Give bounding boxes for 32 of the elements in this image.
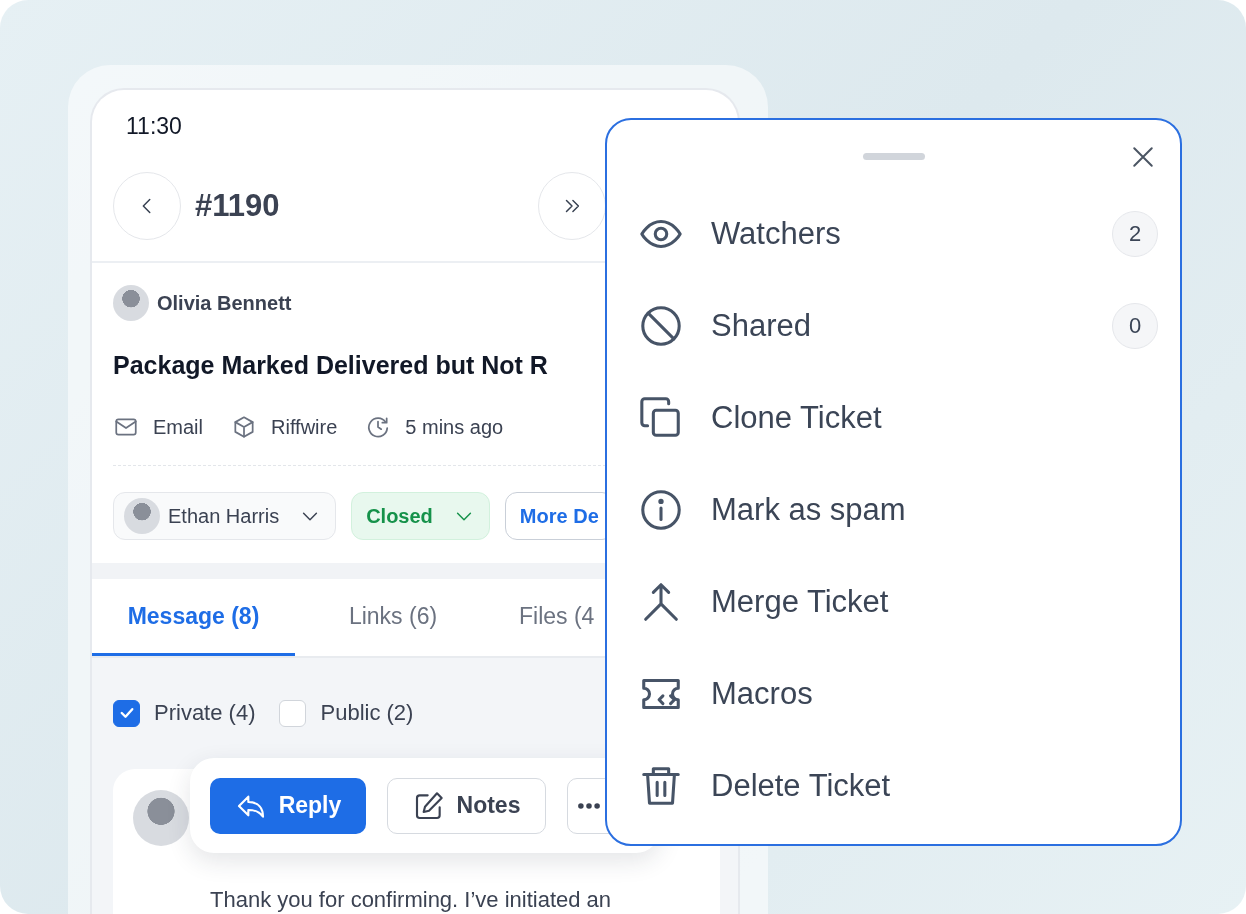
menu-item[interactable]: Clone Ticket [607, 372, 1180, 464]
reply-button[interactable]: Reply [210, 777, 366, 834]
avatar [124, 498, 160, 534]
ticket-number: #1190 [195, 188, 280, 224]
count-badge: 2 [1112, 211, 1158, 257]
filter-label: Public (2) [320, 700, 414, 726]
avatar [133, 790, 189, 846]
count-badge: 0 [1112, 303, 1158, 349]
menu-item[interactable]: Delete Ticket [607, 740, 1180, 832]
meta-label: 5 mins ago [405, 415, 504, 439]
menu-item[interactable]: Shared 0 [607, 280, 1180, 372]
drag-handle[interactable] [862, 153, 925, 160]
more-details-button[interactable]: More De [504, 492, 606, 540]
message-text: Thank you for confirming. I’ve initiated an [210, 887, 613, 913]
requester-name: Olivia Bennett [157, 291, 292, 315]
ticket-subject: Package Marked Delivered but Not R [113, 350, 549, 381]
meta-label: Email [153, 415, 203, 439]
notes-button[interactable]: Notes [387, 777, 546, 834]
status-time: 11:30 [126, 113, 182, 139]
tab[interactable]: Links (6) [295, 579, 491, 656]
menu-item[interactable]: Mark as spam [607, 464, 1180, 556]
dots-icon [578, 802, 600, 809]
info-icon [638, 487, 684, 533]
meta-label: Riffwire [271, 415, 338, 439]
status-dropdown[interactable]: Closed [351, 492, 490, 540]
avatar [113, 285, 149, 321]
assignee-dropdown[interactable]: Ethan Harris [113, 492, 337, 540]
checkbox[interactable] [113, 699, 140, 727]
menu-item[interactable]: Watchers 2 [607, 188, 1180, 280]
prohibited-icon [638, 303, 684, 349]
filter-label: Private (4) [154, 700, 256, 726]
cube-icon [231, 414, 257, 440]
